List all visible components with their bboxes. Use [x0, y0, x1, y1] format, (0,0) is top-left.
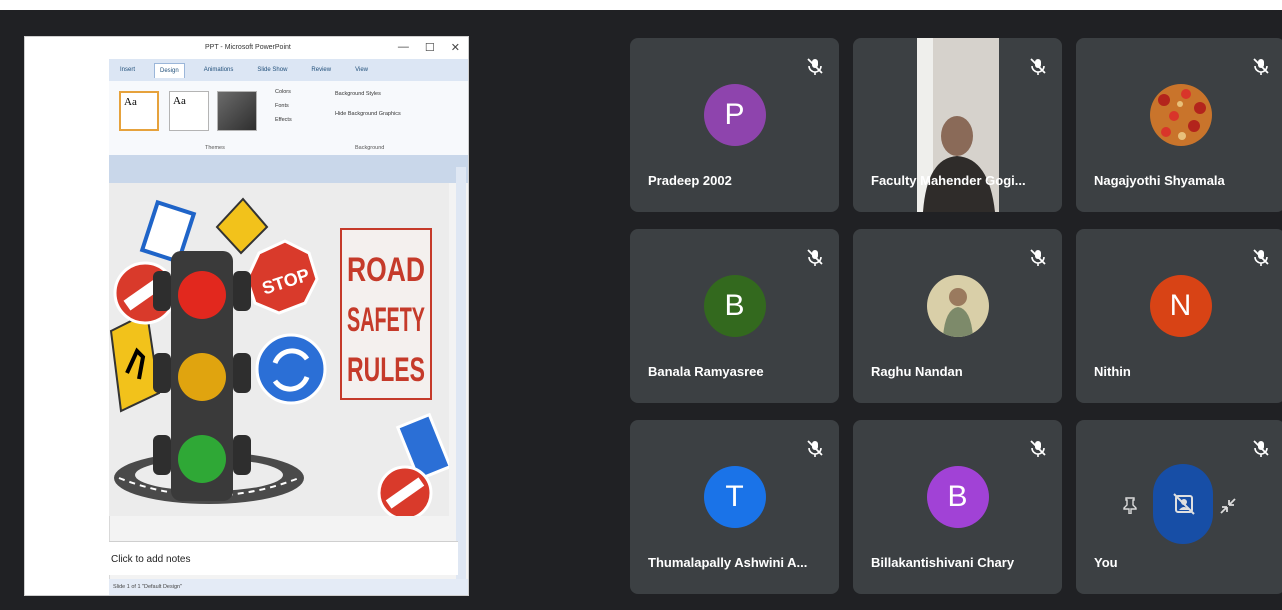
tab-slide-show: Slide Show: [257, 67, 288, 73]
participant-tile[interactable]: Nagajyothi Shyamala: [1076, 38, 1282, 212]
mic-off-icon: [807, 440, 823, 457]
participant-name: Billakantishivani Chary: [871, 555, 1015, 570]
minimize-window-icon: —: [397, 41, 409, 53]
slide-title-line-2: SAFETY: [347, 301, 425, 339]
theme-thumbnail: Aa: [169, 91, 209, 131]
tab-review: Review: [311, 67, 332, 73]
slide-title-line-1: ROAD: [347, 251, 425, 289]
group-label-themes: Themes: [205, 145, 225, 151]
ppt-status-bar: Slide 1 of 1 "Default Design": [109, 579, 468, 595]
mic-off-icon: [1253, 440, 1269, 457]
mic-off-icon: [1253, 249, 1269, 266]
fonts-button: Fonts: [275, 103, 289, 109]
participant-name: Banala Ramyasree: [648, 364, 764, 379]
slide-canvas: STOP ROAD SAFETY RULES: [109, 183, 449, 516]
tab-insert: Insert: [120, 67, 136, 73]
slides-pane: [25, 37, 110, 595]
tab-animations: Animations: [203, 67, 234, 73]
avatar: P: [703, 84, 766, 146]
avatar-photo: [1149, 84, 1212, 146]
participant-name: Nithin: [1094, 364, 1131, 379]
hide-background-graphics-checkbox: Hide Background Graphics: [335, 111, 401, 117]
participant-name: Pradeep 2002: [648, 173, 732, 188]
participant-name: You: [1094, 555, 1118, 570]
participant-tile[interactable]: T Thumalapally Ashwini A...: [630, 420, 839, 594]
notes-pane: Click to add notes: [109, 541, 458, 575]
mic-off-icon: [1030, 58, 1046, 75]
mic-off-icon: [1030, 440, 1046, 457]
avatar: N: [1149, 275, 1212, 337]
mic-off-icon: [1030, 249, 1046, 266]
mic-off-icon: [1253, 58, 1269, 75]
ruler-area: [109, 155, 468, 183]
participant-name: Thumalapally Ashwini A...: [648, 555, 808, 570]
tab-view: View: [355, 67, 369, 73]
ribbon: Aa Aa Colors Fonts Effects Background St…: [109, 81, 468, 156]
road-safety-slide-illustration: STOP ROAD SAFETY RULES: [109, 183, 449, 516]
group-label-background: Background: [355, 145, 385, 151]
effects-button: Effects: [275, 117, 292, 123]
avatar: T: [703, 466, 766, 528]
participant-tile[interactable]: Faculty Mahender Gogi...: [853, 38, 1062, 212]
maximize-window-icon: ☐: [424, 42, 435, 54]
pin-icon[interactable]: [1122, 496, 1138, 514]
avatar: B: [926, 466, 989, 528]
minimize-icon[interactable]: [1218, 496, 1238, 516]
participant-name: Raghu Nandan: [871, 364, 963, 379]
shared-screen: PPT - Microsoft PowerPoint — ☐ ✕ Insert …: [24, 36, 469, 596]
background-styles-button: Background Styles: [335, 91, 381, 97]
theme-thumbnail: [217, 91, 257, 131]
top-frame-border: [0, 0, 1282, 10]
mic-off-icon: [807, 58, 823, 75]
remove-background-icon[interactable]: [1172, 492, 1196, 516]
participant-tile[interactable]: B Banala Ramyasree: [630, 229, 839, 403]
ppt-vertical-scrollbar: [456, 167, 466, 587]
colors-button: Colors: [275, 89, 291, 95]
participant-name: Nagajyothi Shyamala: [1094, 173, 1225, 188]
ppt-titlebar: PPT - Microsoft PowerPoint — ☐ ✕: [109, 37, 468, 59]
tab-design: Design: [154, 62, 185, 78]
participant-tile[interactable]: B Billakantishivani Chary: [853, 420, 1062, 594]
participant-tile[interactable]: Raghu Nandan: [853, 229, 1062, 403]
ribbon-tabs: Insert Design Animations Slide Show Revi…: [109, 59, 468, 81]
roundabout-sign-icon: [255, 333, 327, 405]
slide-title-line-3: RULES: [347, 351, 425, 389]
participant-name: Faculty Mahender Gogi...: [871, 173, 1026, 188]
theme-thumbnail: Aa: [119, 91, 159, 131]
participant-tile[interactable]: N Nithin: [1076, 229, 1282, 403]
participant-tile[interactable]: P Pradeep 2002: [630, 38, 839, 212]
mic-off-icon: [807, 249, 823, 266]
participant-tile-self[interactable]: You: [1076, 420, 1282, 594]
avatar: B: [703, 275, 766, 337]
avatar-photo: [926, 275, 989, 337]
close-window-icon: ✕: [450, 42, 460, 54]
ppt-window-title: PPT - Microsoft PowerPoint: [205, 44, 291, 51]
window-controls: — ☐ ✕: [398, 41, 460, 54]
